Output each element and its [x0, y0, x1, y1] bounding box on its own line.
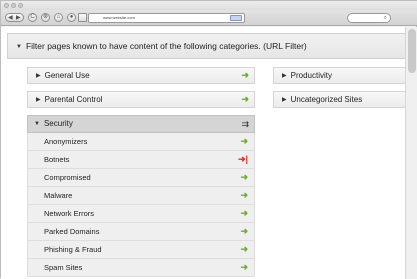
subcategory-label: Network Errors	[44, 209, 95, 218]
subcategory-anonymizers[interactable]: Anonymizers ➜	[27, 133, 255, 151]
allow-arrow-icon[interactable]: ➜	[240, 187, 248, 204]
subcategory-label: Parked Domains	[44, 227, 100, 236]
expand-caret-icon: ▶	[36, 97, 41, 103]
zoom-window-button[interactable]	[18, 3, 23, 8]
expand-caret-icon: ▶	[36, 73, 41, 79]
subcategory-label: Compromised	[44, 173, 91, 182]
stop-button[interactable]: ⊗	[41, 13, 50, 22]
collapse-caret-icon: ▼	[34, 121, 40, 127]
filter-description: Filter pages known to have content of th…	[25, 41, 307, 51]
subcategory-label: Malware	[44, 191, 73, 200]
subcategory-malware[interactable]: Malware ➜	[27, 187, 255, 205]
scroll-thumb[interactable]	[408, 29, 416, 73]
url-text: www.website.com	[103, 15, 135, 20]
subcategory-phishing-fraud[interactable]: Phishing & Fraud ➜	[27, 241, 255, 259]
browser-window: ◀ ▶ C ⊗ ⌂ ● www.website.com ⌕ ▼ Filter pa…	[0, 0, 417, 279]
allow-arrow-icon[interactable]: ➜	[240, 133, 248, 150]
reload-button[interactable]: C	[28, 13, 37, 22]
vertical-scrollbar[interactable]	[405, 27, 417, 279]
allow-arrow-icon[interactable]: ➜	[240, 259, 248, 276]
expand-caret-icon: ▶	[282, 73, 287, 79]
category-security[interactable]: ▼ Security ⇉	[27, 115, 255, 133]
subcategory-label: Botnets	[44, 155, 70, 164]
search-field[interactable]: ⌕	[347, 13, 391, 23]
url-filter-header[interactable]: ▼ Filter pages known to have content of t…	[7, 33, 405, 59]
subcategory-label: Phishing & Fraud	[44, 245, 102, 254]
search-icon: ⌕	[383, 15, 387, 21]
title-bar	[1, 1, 417, 10]
category-label: Security	[43, 119, 73, 128]
subcategory-compromised[interactable]: Compromised ➜	[27, 169, 255, 187]
subcategory-spam-sites[interactable]: Spam Sites ➜	[27, 259, 255, 277]
expand-caret-icon: ▶	[282, 97, 287, 103]
allow-arrow-icon[interactable]: ➜	[240, 205, 248, 222]
subcategory-label: Spam Sites	[44, 263, 83, 272]
address-bar[interactable]: www.website.com	[88, 13, 245, 23]
subcategory-network-errors[interactable]: Network Errors ➜	[27, 205, 255, 223]
forward-button[interactable]: ▶	[16, 14, 21, 22]
category-label: General Use	[44, 71, 90, 80]
subcategory-botnets[interactable]: Botnets ➜|	[27, 151, 255, 169]
allow-arrow-icon[interactable]: ➜	[240, 223, 248, 240]
minimize-window-button[interactable]	[11, 3, 16, 8]
category-label: Parental Control	[44, 95, 103, 104]
category-label: Uncategorized Sites	[290, 95, 363, 104]
subcategory-parked-domains[interactable]: Parked Domains ➜	[27, 223, 255, 241]
allow-arrow-icon[interactable]: ➜	[241, 68, 249, 83]
subcategory-label: Anonymizers	[44, 137, 88, 146]
category-productivity[interactable]: ▶ Productivity	[273, 67, 405, 84]
rss-go-button[interactable]	[230, 15, 242, 21]
mixed-state-icon[interactable]: ⇉	[241, 116, 248, 132]
browser-toolbar: ◀ ▶ C ⊗ ⌂ ● www.website.com ⌕	[1, 10, 417, 26]
page-content: ▼ Filter pages known to have content of t…	[1, 27, 405, 279]
allow-arrow-icon[interactable]: ➜	[241, 92, 249, 107]
back-forward-group: ◀ ▶	[5, 13, 24, 22]
category-uncategorized-sites[interactable]: ▶ Uncategorized Sites	[273, 91, 405, 108]
collapse-caret-icon: ▼	[16, 44, 22, 50]
back-button[interactable]: ◀	[8, 14, 13, 22]
block-arrow-icon[interactable]: ➜|	[238, 151, 248, 168]
bookmark-icon[interactable]	[78, 13, 87, 22]
allow-arrow-icon[interactable]: ➜	[240, 169, 248, 186]
category-label: Productivity	[290, 71, 332, 80]
lock-icon: ●	[67, 13, 76, 22]
allow-arrow-icon[interactable]: ➜	[240, 241, 248, 258]
category-parental-control[interactable]: ▶ Parental Control ➜	[27, 91, 255, 108]
category-general-use[interactable]: ▶ General Use ➜	[27, 67, 255, 84]
close-window-button[interactable]	[4, 3, 9, 8]
home-button[interactable]: ⌂	[54, 13, 63, 22]
